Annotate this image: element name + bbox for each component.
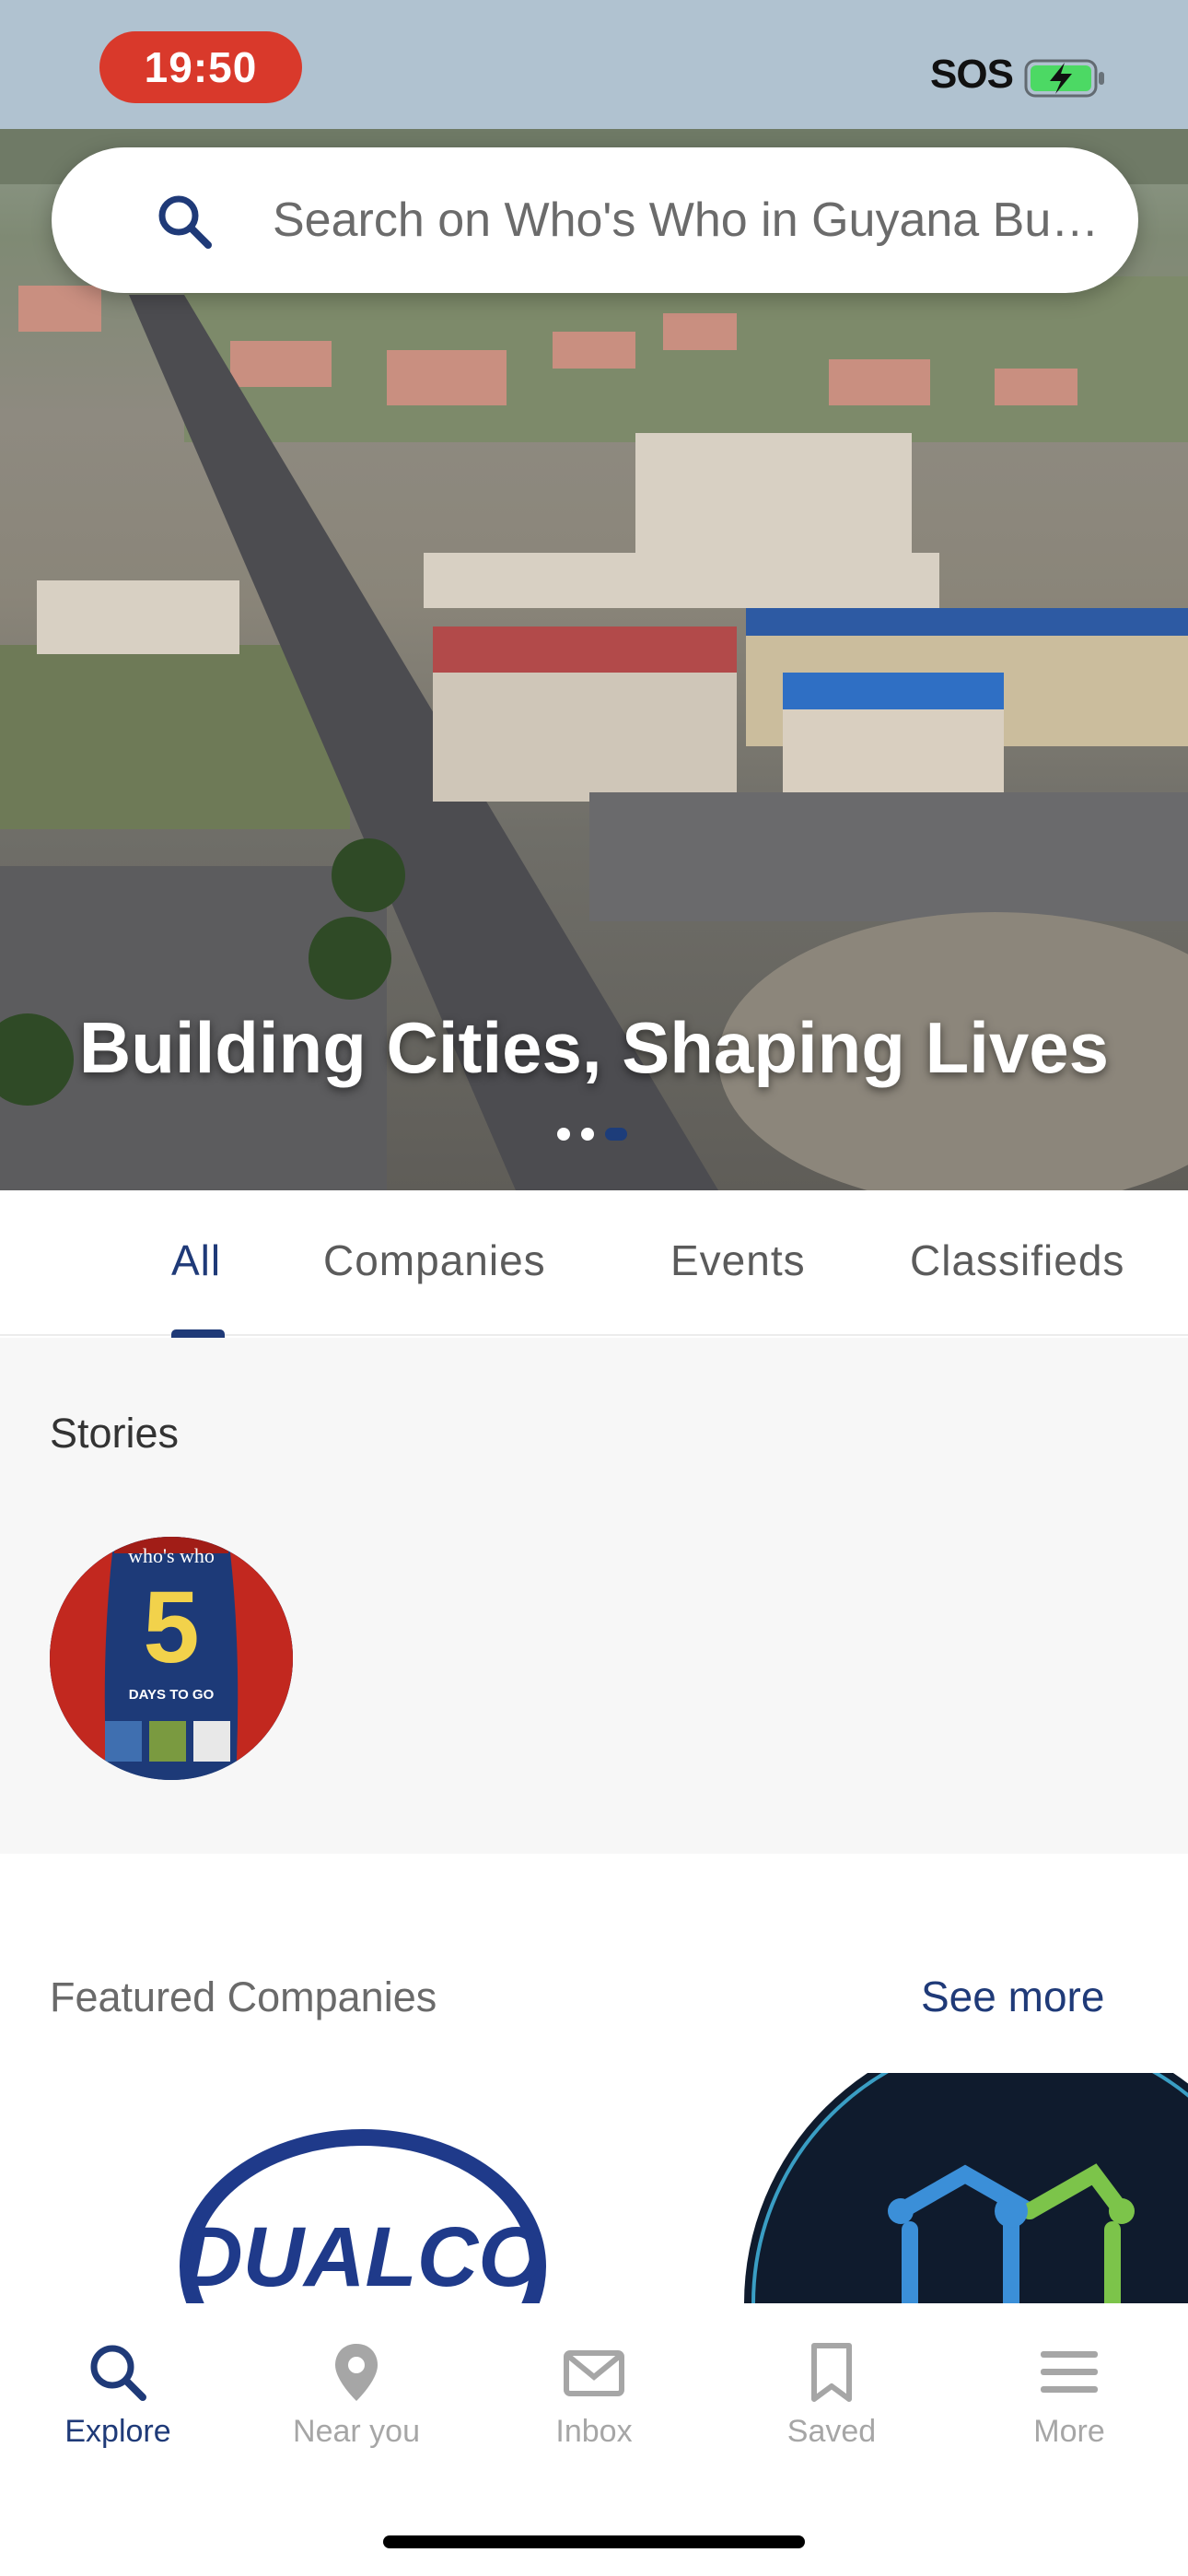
location-pin-icon <box>335 2344 378 2401</box>
hero-banner[interactable]: 19:50 SOS Search on Who's Who in Guyana … <box>0 0 1188 1190</box>
tab-companies[interactable]: Companies <box>323 1190 546 1336</box>
see-more-link[interactable]: See more <box>921 1972 1104 2021</box>
mail-icon <box>564 2350 624 2396</box>
tab-all[interactable]: All <box>171 1190 221 1336</box>
tab-events[interactable]: Events <box>670 1190 806 1336</box>
nav-explore[interactable]: Explore <box>17 2340 219 2450</box>
stories-section: Stories DAYS TO GO who's who 5 <box>0 1338 1188 1854</box>
search-icon <box>158 195 212 249</box>
company-logo-text: DUALCO <box>181 2210 544 2303</box>
status-time: 19:50 <box>144 43 258 91</box>
nav-label-near-you: Near you <box>293 2414 420 2449</box>
search-icon <box>90 2345 146 2401</box>
nav-more[interactable]: More <box>968 2340 1171 2450</box>
stories-title: Stories <box>50 1410 180 1457</box>
tab-classifieds[interactable]: Classifieds <box>910 1190 1124 1336</box>
nav-near-you[interactable]: Near you <box>255 2340 458 2450</box>
nav-label-more: More <box>1033 2414 1105 2449</box>
carousel-dot-active[interactable] <box>605 1128 627 1141</box>
carousel-dots[interactable] <box>557 1128 627 1141</box>
nav-saved[interactable]: Saved <box>730 2340 933 2450</box>
story-brand: who's who <box>128 1544 215 1567</box>
battery-charging-icon <box>1024 59 1104 98</box>
company-card-tech[interactable] <box>726 2073 1188 2303</box>
featured-companies-title: Featured Companies <box>50 1973 437 2020</box>
nav-label-inbox: Inbox <box>555 2414 633 2449</box>
bookmark-icon <box>811 2343 852 2402</box>
nav-label-explore: Explore <box>64 2414 171 2449</box>
nav-label-saved: Saved <box>786 2414 877 2449</box>
signal-text: SOS <box>930 52 1014 97</box>
story-item[interactable]: DAYS TO GO who's who 5 <box>50 1537 293 1780</box>
search-bar[interactable]: Search on Who's Who in Guyana Busi... <box>52 147 1138 293</box>
story-headline: DAYS TO GO <box>129 1687 215 1703</box>
carousel-dot[interactable] <box>557 1128 570 1141</box>
search-placeholder[interactable]: Search on Who's Who in Guyana Busi... <box>273 147 1120 293</box>
nav-inbox[interactable]: Inbox <box>493 2340 695 2450</box>
category-tabs: All Companies Events Classifieds <box>0 1190 1188 1336</box>
tech-logo <box>726 2073 1188 2303</box>
carousel-dot[interactable] <box>581 1128 594 1141</box>
home-indicator[interactable] <box>383 2535 805 2548</box>
company-card-dualco[interactable]: DUALCO <box>171 2119 554 2303</box>
status-time-pill: 19:50 <box>99 31 302 103</box>
hero-title: Building Cities, Shaping Lives <box>78 1007 1110 1088</box>
menu-icon <box>1041 2351 1098 2393</box>
story-big-number: 5 <box>143 1571 200 1684</box>
